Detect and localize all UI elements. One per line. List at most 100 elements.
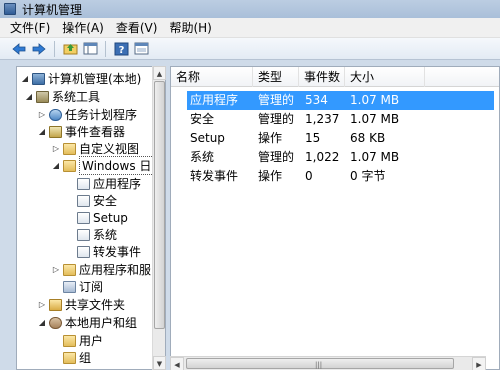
tree-item-application-log[interactable]: 应用程序 [77, 175, 141, 192]
tools-icon [36, 90, 49, 103]
event-viewer-icon [49, 125, 62, 138]
svg-text:?: ? [118, 45, 124, 56]
tree-item-system-tools[interactable]: ◢ 系统工具 [24, 88, 100, 105]
menu-file[interactable]: 文件(F) [4, 19, 56, 37]
scroll-down-arrow-icon[interactable]: ▼ [153, 356, 166, 370]
tree-item-security-log[interactable]: 安全 [77, 192, 117, 209]
toolbar-separator [105, 40, 106, 57]
column-header-type[interactable]: 类型 [253, 67, 299, 87]
forward-arrow-icon[interactable] [30, 40, 48, 58]
folder-icon [63, 159, 76, 172]
tree-item-label: 转发事件 [93, 245, 142, 259]
help-icon[interactable]: ? [112, 40, 130, 58]
tree-item-event-viewer[interactable]: ◢ 事件查看器 [37, 123, 125, 140]
column-header-count[interactable]: 事件数 [299, 67, 345, 87]
scrollbar-thumb[interactable]: ||| [186, 358, 454, 369]
tree-item-label: Windows 日 [79, 156, 155, 175]
properties-icon[interactable] [132, 40, 150, 58]
cell-size: 0 字节 [350, 169, 386, 183]
cell-count: 1,237 [305, 112, 340, 126]
folder-icon [63, 351, 76, 364]
tree-item-label: 应用程序和服 [79, 263, 152, 277]
table-row[interactable]: Setup 操作 15 68 KB [171, 129, 499, 148]
up-folder-icon[interactable] [61, 40, 79, 58]
cell-name: Setup [190, 131, 225, 145]
menu-view[interactable]: 查看(V) [110, 19, 164, 37]
log-list-view[interactable]: 名称 类型 事件数 大小 应用程序 管理的 534 1.07 MB 安全 管理的… [170, 66, 500, 370]
folder-icon [63, 142, 76, 155]
tree-item-label: 共享文件夹 [65, 298, 126, 312]
tree-item-windows-logs[interactable]: ◢ Windows 日 [51, 156, 155, 175]
table-row[interactable]: 系统 管理的 1,022 1.07 MB [171, 148, 499, 167]
back-arrow-icon[interactable] [10, 40, 28, 58]
tree-item-label: 系统工具 [52, 90, 101, 104]
computer-management-icon [4, 3, 16, 15]
cell-type: 管理的 [258, 93, 295, 107]
scrollbar-thumb[interactable] [154, 81, 165, 329]
collapse-icon[interactable]: ◢ [37, 127, 47, 136]
list-horizontal-scrollbar[interactable]: ◀ ||| ▶ [170, 356, 486, 370]
tree-item-local-users-groups[interactable]: ◢ 本地用户和组 [37, 314, 137, 331]
tree-item-custom-views[interactable]: ▷ 自定义视图 [51, 140, 139, 157]
subscription-icon [63, 280, 76, 293]
cell-type: 操作 [258, 131, 283, 145]
collapse-icon[interactable]: ◢ [20, 74, 30, 83]
tree-item-computer-management[interactable]: ◢ 计算机管理(本地) [20, 70, 141, 87]
expand-icon[interactable]: ▷ [37, 110, 47, 119]
cell-name: 转发事件 [190, 169, 239, 183]
tree-item-subscriptions[interactable]: 订阅 [63, 278, 103, 295]
window-title: 计算机管理 [22, 2, 83, 17]
table-row[interactable]: 应用程序 管理的 534 1.07 MB [171, 91, 499, 110]
scroll-left-arrow-icon[interactable]: ◀ [170, 357, 184, 370]
tree-item-setup-log[interactable]: Setup [77, 209, 128, 226]
cell-count: 15 [305, 131, 321, 145]
log-icon [77, 194, 90, 207]
column-header-name[interactable]: 名称 [171, 67, 253, 87]
expand-icon[interactable]: ▷ [51, 265, 61, 274]
log-icon [77, 228, 90, 241]
table-row[interactable]: 安全 管理的 1,237 1.07 MB [171, 110, 499, 129]
expand-icon[interactable]: ▷ [37, 300, 47, 309]
menu-action[interactable]: 操作(A) [56, 19, 110, 37]
computer-icon [32, 72, 45, 85]
expand-icon[interactable]: ▷ [51, 144, 61, 153]
tree-item-label: 任务计划程序 [65, 108, 138, 122]
cell-type: 操作 [258, 169, 283, 183]
tree-item-task-scheduler[interactable]: ▷ 任务计划程序 [37, 106, 137, 123]
cell-size: 1.07 MB [350, 112, 400, 126]
tree-item-shared-folders[interactable]: ▷ 共享文件夹 [37, 296, 125, 313]
task-scheduler-icon [49, 108, 62, 121]
shared-folder-icon [49, 298, 62, 311]
tree-item-users[interactable]: 用户 [63, 332, 103, 349]
collapse-icon[interactable]: ◢ [37, 318, 47, 327]
menu-help[interactable]: 帮助(H) [163, 19, 217, 37]
collapse-icon[interactable]: ◢ [24, 92, 34, 101]
scroll-right-arrow-icon[interactable]: ▶ [472, 357, 486, 370]
tree-item-label: 组 [79, 351, 92, 365]
list-header: 名称 类型 事件数 大小 [171, 67, 499, 87]
tree-item-label: 事件查看器 [65, 125, 126, 139]
cell-count: 1,022 [305, 150, 340, 164]
menu-bar: 文件(F) 操作(A) 查看(V) 帮助(H) [0, 18, 500, 38]
tree-item-groups[interactable]: 组 [63, 349, 91, 366]
tree-item-app-services-logs[interactable]: ▷ 应用程序和服 [51, 261, 151, 278]
cell-count: 534 [305, 93, 328, 107]
cell-name: 应用程序 [190, 93, 239, 107]
tree-item-label: 本地用户和组 [65, 316, 138, 330]
toolbar-separator [54, 40, 55, 57]
folder-icon [63, 334, 76, 347]
column-header-size[interactable]: 大小 [345, 67, 425, 87]
show-tree-icon[interactable] [81, 40, 99, 58]
cell-type: 管理的 [258, 150, 295, 164]
tree-item-forwarded-events[interactable]: 转发事件 [77, 243, 141, 260]
log-icon [77, 177, 90, 190]
scroll-up-arrow-icon[interactable]: ▲ [153, 66, 166, 80]
tree-item-label: 订阅 [79, 280, 104, 294]
collapse-icon[interactable]: ◢ [51, 161, 61, 170]
tree-vertical-scrollbar[interactable]: ▲ ▼ [152, 66, 166, 370]
tree-item-system-log[interactable]: 系统 [77, 226, 117, 243]
table-row[interactable]: 转发事件 操作 0 0 字节 [171, 167, 499, 186]
cell-count: 0 [305, 169, 313, 183]
console-tree[interactable]: ◢ 计算机管理(本地) ◢ 系统工具 ▷ 任务计划程序 ◢ 事件查看器 ▷ 自定… [16, 66, 166, 370]
cell-name: 安全 [190, 112, 215, 126]
